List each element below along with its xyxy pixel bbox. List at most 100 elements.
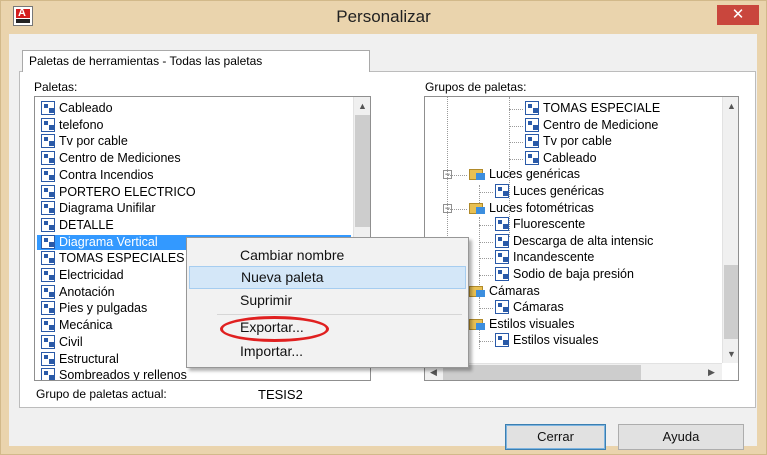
- palette-icon: [495, 300, 509, 315]
- tree-palette-node[interactable]: Sodio de baja presión: [491, 267, 721, 282]
- palette-list-item[interactable]: DETALLE: [37, 217, 337, 233]
- groups-vertical-scrollbar[interactable]: ▲ ▼: [722, 97, 738, 363]
- tree-palette-node[interactable]: Cableado: [521, 150, 721, 166]
- tree-node-label: Cableado: [543, 150, 597, 165]
- palette-icon: [41, 167, 55, 182]
- groups-horizontal-scrollbar[interactable]: ◀ ▶: [425, 363, 722, 380]
- palette-list-item[interactable]: PORTERO ELECTRICO: [37, 184, 337, 200]
- context-menu-item[interactable]: Suprimir: [189, 289, 466, 312]
- tree-palette-node[interactable]: Centro de Medicione: [521, 117, 721, 133]
- tree-group-node[interactable]: Luces fotométricas: [467, 201, 721, 216]
- palette-name: DETALLE: [59, 217, 114, 232]
- tree-palette-node[interactable]: Fluorescente: [491, 217, 721, 232]
- tree-node-label: Cámaras: [513, 300, 564, 315]
- context-menu-item[interactable]: Cambiar nombre: [189, 244, 466, 267]
- tree-node-label: Estilos visuales: [513, 333, 599, 348]
- palette-icon: [41, 134, 55, 149]
- palette-name: Electricidad: [59, 268, 124, 282]
- palette-icon: [41, 217, 55, 232]
- scroll-up-arrow-icon[interactable]: ▲: [723, 99, 738, 114]
- palette-name: TOMAS ESPECIALES: [59, 251, 185, 266]
- palette-name: Diagrama Unifilar: [59, 201, 156, 216]
- palette-icon: [41, 101, 55, 115]
- palette-icon: [41, 151, 55, 166]
- tree-palette-node[interactable]: Descarga de alta intensic: [491, 233, 721, 249]
- context-menu-item[interactable]: Nueva paleta: [189, 266, 466, 289]
- palette-name: Diagrama Vertical: [59, 234, 158, 249]
- highlight-ring: [220, 316, 329, 342]
- help-button[interactable]: Ayuda: [618, 424, 744, 450]
- palette-icon: [41, 318, 55, 333]
- palette-list-item[interactable]: Contra Incendios: [37, 167, 337, 183]
- scroll-up-arrow-icon[interactable]: ▲: [354, 99, 370, 114]
- tree-node-label: Luces genéricas: [489, 167, 581, 182]
- palette-name: Contra Incendios: [59, 167, 154, 182]
- tree-palette-node[interactable]: Estilos visuales: [491, 333, 721, 348]
- tree-node-label: Tv por cable: [543, 134, 612, 149]
- palette-icon: [41, 351, 55, 366]
- scroll-thumb[interactable]: [724, 265, 738, 339]
- palette-icon: [41, 268, 55, 282]
- folder-icon: [469, 169, 485, 181]
- tree-connector: [447, 175, 467, 177]
- palette-icon: [495, 333, 509, 348]
- palette-icon: [41, 234, 55, 249]
- tree-palette-node[interactable]: Cámaras: [491, 300, 721, 315]
- palette-list-item[interactable]: Diagrama Unifilar: [37, 201, 337, 216]
- palette-icon: [41, 251, 55, 266]
- tree-node-label: Descarga de alta intensic: [513, 233, 654, 248]
- palette-icon: [41, 301, 55, 316]
- title-bar[interactable]: A Personalizar ✕: [1, 1, 766, 33]
- window-title: Personalizar: [336, 7, 431, 26]
- palette-name: Civil: [59, 334, 83, 349]
- close-window-button[interactable]: ✕: [717, 5, 759, 25]
- tree-node-label: Sodio de baja presión: [513, 267, 634, 281]
- tree-group-node[interactable]: Cámaras: [467, 284, 721, 299]
- tree-palette-node[interactable]: Tv por cable: [521, 134, 721, 149]
- context-menu-item[interactable]: Importar...: [189, 340, 466, 363]
- tree-group-node[interactable]: Estilos visuales: [467, 317, 721, 332]
- scroll-right-arrow-icon[interactable]: ▶: [703, 365, 720, 380]
- tree-connector: [447, 208, 467, 210]
- folder-icon: [469, 318, 485, 330]
- context-menu: Cambiar nombre Nueva paleta Suprimir Export…: [186, 237, 469, 368]
- palette-list-item[interactable]: Centro de Mediciones: [37, 151, 337, 166]
- palette-icon: [495, 267, 509, 281]
- tree-palette-node[interactable]: Incandescente: [491, 250, 721, 265]
- scroll-down-arrow-icon[interactable]: ▼: [723, 347, 738, 362]
- tree-palette-node[interactable]: TOMAS ESPECIALE: [521, 101, 721, 116]
- palette-name: Anotación: [59, 284, 115, 299]
- palette-groups-label: Grupos de paletas:: [425, 80, 527, 94]
- scroll-thumb[interactable]: [355, 115, 370, 227]
- palette-list-item[interactable]: telefono: [37, 117, 337, 133]
- palette-list-item[interactable]: Cableado: [37, 101, 337, 116]
- palette-icon: [495, 184, 509, 198]
- context-menu-separator: [217, 314, 462, 315]
- palette-icon: [525, 150, 539, 165]
- tree-node-label: Fluorescente: [513, 217, 586, 232]
- tab-all-palettes[interactable]: Paletas de herramientas - Todas las pale…: [22, 50, 370, 72]
- palette-name: telefono: [59, 117, 104, 132]
- folder-icon: [469, 285, 485, 297]
- palette-icon: [525, 101, 539, 115]
- close-button[interactable]: Cerrar: [505, 424, 606, 450]
- folder-icon: [469, 202, 485, 214]
- palette-icon: [41, 184, 55, 199]
- palette-name: Sombreados y rellenos: [59, 368, 187, 381]
- scroll-thumb[interactable]: [443, 365, 641, 380]
- current-group-value: TESIS2: [258, 387, 303, 402]
- palette-icon: [41, 284, 55, 299]
- palette-groups-tree[interactable]: −−−− TOMAS ESPECIALECentro de MedicioneT…: [424, 96, 739, 381]
- tree-node-label: Estilos visuales: [489, 316, 575, 331]
- tree-node-label: Incandescente: [513, 250, 595, 265]
- palettes-label: Paletas:: [34, 80, 78, 94]
- palette-icon: [41, 201, 55, 216]
- tree-group-node[interactable]: Luces genéricas: [467, 167, 721, 182]
- tree-node-label: Centro de Medicione: [543, 117, 659, 132]
- palette-list-item[interactable]: Tv por cable: [37, 134, 337, 149]
- palette-name: Mecánica: [59, 318, 113, 333]
- palette-name: Centro de Mediciones: [59, 151, 181, 166]
- tree-palette-node[interactable]: Luces genéricas: [491, 184, 721, 199]
- palette-list-item[interactable]: Sombreados y rellenos: [37, 368, 337, 381]
- palette-icon: [41, 117, 55, 132]
